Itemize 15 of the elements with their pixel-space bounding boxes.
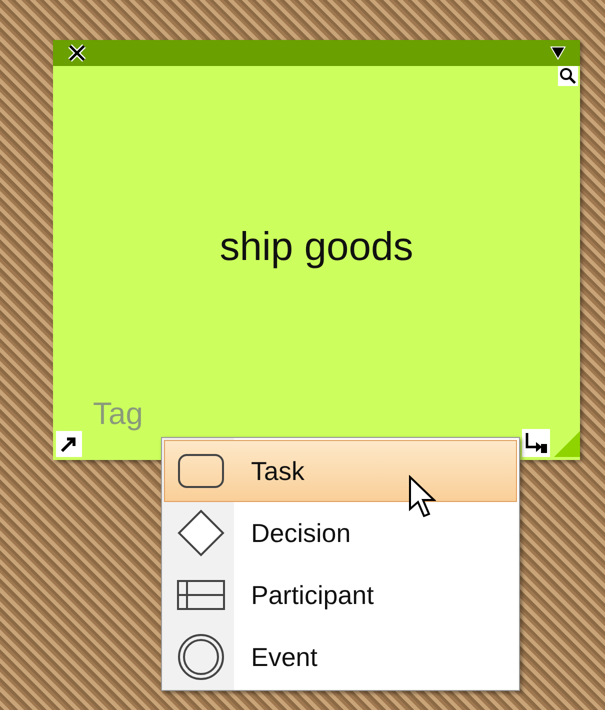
dropdown-triangle-icon[interactable] — [550, 46, 566, 60]
menu-item[interactable]: Decision — [164, 502, 517, 564]
note-title: ship goods — [220, 224, 414, 271]
menu-item[interactable]: Event — [164, 626, 517, 688]
diamond-icon — [177, 509, 225, 557]
lane-icon — [177, 580, 225, 610]
magnifier-icon[interactable] — [558, 66, 578, 86]
mouse-cursor-icon — [408, 475, 436, 519]
close-icon[interactable] — [67, 43, 87, 63]
menu-item[interactable]: Task — [164, 440, 517, 502]
tag-label: Tag — [93, 398, 143, 429]
menu-item[interactable]: Participant — [164, 564, 517, 626]
rounded-rectangle-icon — [177, 453, 225, 489]
connector-icon[interactable] — [522, 429, 550, 457]
double-circle-icon — [177, 633, 225, 681]
